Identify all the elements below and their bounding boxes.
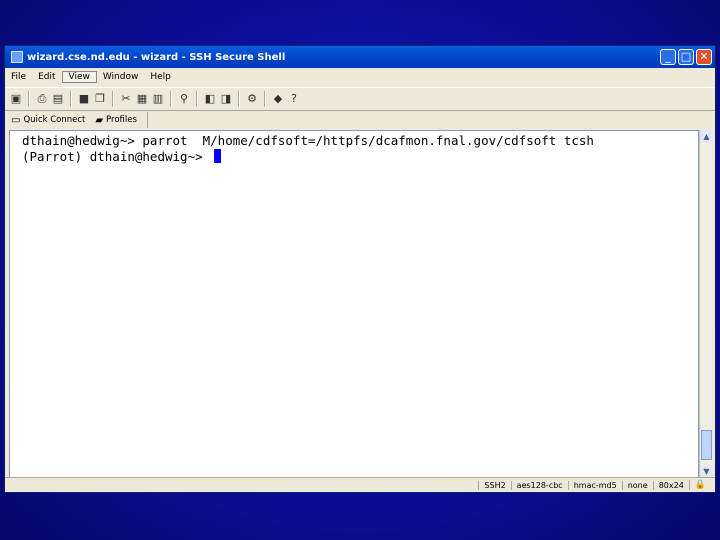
toolbar-separator: [28, 91, 30, 107]
new-file-transfer-icon[interactable]: ◨: [219, 92, 233, 106]
paste-icon[interactable]: ✂: [119, 92, 133, 106]
quick-connect-bar: ▭ Quick Connect ▰ Profiles: [5, 110, 715, 130]
quick-connect-label: Quick Connect: [23, 115, 86, 125]
menu-edit[interactable]: Edit: [32, 72, 61, 82]
save-icon[interactable]: ▣: [9, 92, 23, 106]
menu-file[interactable]: File: [5, 72, 32, 82]
print-icon[interactable]: ⎙: [35, 92, 49, 106]
text-cursor: [214, 149, 222, 163]
maximize-button[interactable]: □: [678, 49, 694, 65]
window-title: wizard.cse.nd.edu - wizard - SSH Secure …: [27, 51, 286, 63]
folder-icon: ▰: [95, 114, 104, 126]
lock-icon[interactable]: ■: [77, 92, 91, 106]
terminal-area[interactable]: dthain@hedwig~> parrot M/home/cdfsoft=/h…: [9, 130, 699, 478]
terminal-prompt: (Parrot) dthain@hedwig~>: [22, 149, 211, 164]
status-mac: hmac-md5: [567, 480, 622, 490]
profiles-label: Profiles: [106, 115, 137, 125]
status-compression: none: [621, 480, 653, 490]
scrollbar-thumb[interactable]: [701, 430, 712, 460]
toolbar-separator: [196, 91, 198, 107]
print-preview-icon[interactable]: ▤: [51, 92, 65, 106]
quickbar-separator: [146, 112, 148, 128]
quick-connect-button[interactable]: ▭ Quick Connect: [11, 115, 85, 126]
paste-special-icon[interactable]: ▦: [135, 92, 149, 106]
toolbar-separator: [170, 91, 172, 107]
minimize-button[interactable]: _: [660, 49, 676, 65]
terminal-line: dthain@hedwig~> parrot M/home/cdfsoft=/h…: [22, 133, 594, 148]
lock-icon: 🔒: [688, 480, 711, 490]
find-icon[interactable]: ⚲: [177, 92, 191, 106]
quick-connect-icon: ▭: [11, 114, 21, 126]
status-bar: SSH2 aes128-cbc hmac-md5 none 80x24 🔒: [5, 477, 715, 492]
help-book-icon[interactable]: ◆: [271, 92, 285, 106]
paste-clipboard-icon[interactable]: ▥: [151, 92, 165, 106]
menu-view[interactable]: View: [61, 71, 97, 83]
menu-bar: File Edit View Window Help: [5, 68, 715, 86]
new-terminal-icon[interactable]: ◧: [203, 92, 217, 106]
toolbar-separator: [238, 91, 240, 107]
menu-help[interactable]: Help: [144, 72, 177, 82]
close-button[interactable]: ✕: [696, 49, 712, 65]
toolbar: ▣ ⎙ ▤ ■ ❐ ✂ ▦ ▥ ⚲ ◧ ◨ ⚙ ◆ ?: [5, 87, 715, 111]
terminal-line: (Parrot) dthain@hedwig~>: [22, 149, 698, 165]
copy-icon[interactable]: ❐: [93, 92, 107, 106]
profiles-button[interactable]: ▰ Profiles: [95, 115, 137, 126]
status-protocol: SSH2: [478, 480, 510, 490]
toolbar-separator: [264, 91, 266, 107]
title-bar[interactable]: wizard.cse.nd.edu - wizard - SSH Secure …: [5, 46, 715, 68]
scroll-up-arrow-icon[interactable]: ▲: [700, 130, 713, 143]
help-icon[interactable]: ?: [287, 92, 301, 106]
app-icon: [11, 51, 23, 63]
menu-window[interactable]: Window: [97, 72, 145, 82]
toolbar-separator: [70, 91, 72, 107]
toolbar-separator: [112, 91, 114, 107]
status-terminal-size: 80x24: [652, 480, 689, 490]
status-cipher: aes128-cbc: [510, 480, 568, 490]
settings-icon[interactable]: ⚙: [245, 92, 259, 106]
ssh-client-window: wizard.cse.nd.edu - wizard - SSH Secure …: [4, 45, 716, 493]
vertical-scrollbar[interactable]: ▲ ▼: [699, 130, 713, 478]
